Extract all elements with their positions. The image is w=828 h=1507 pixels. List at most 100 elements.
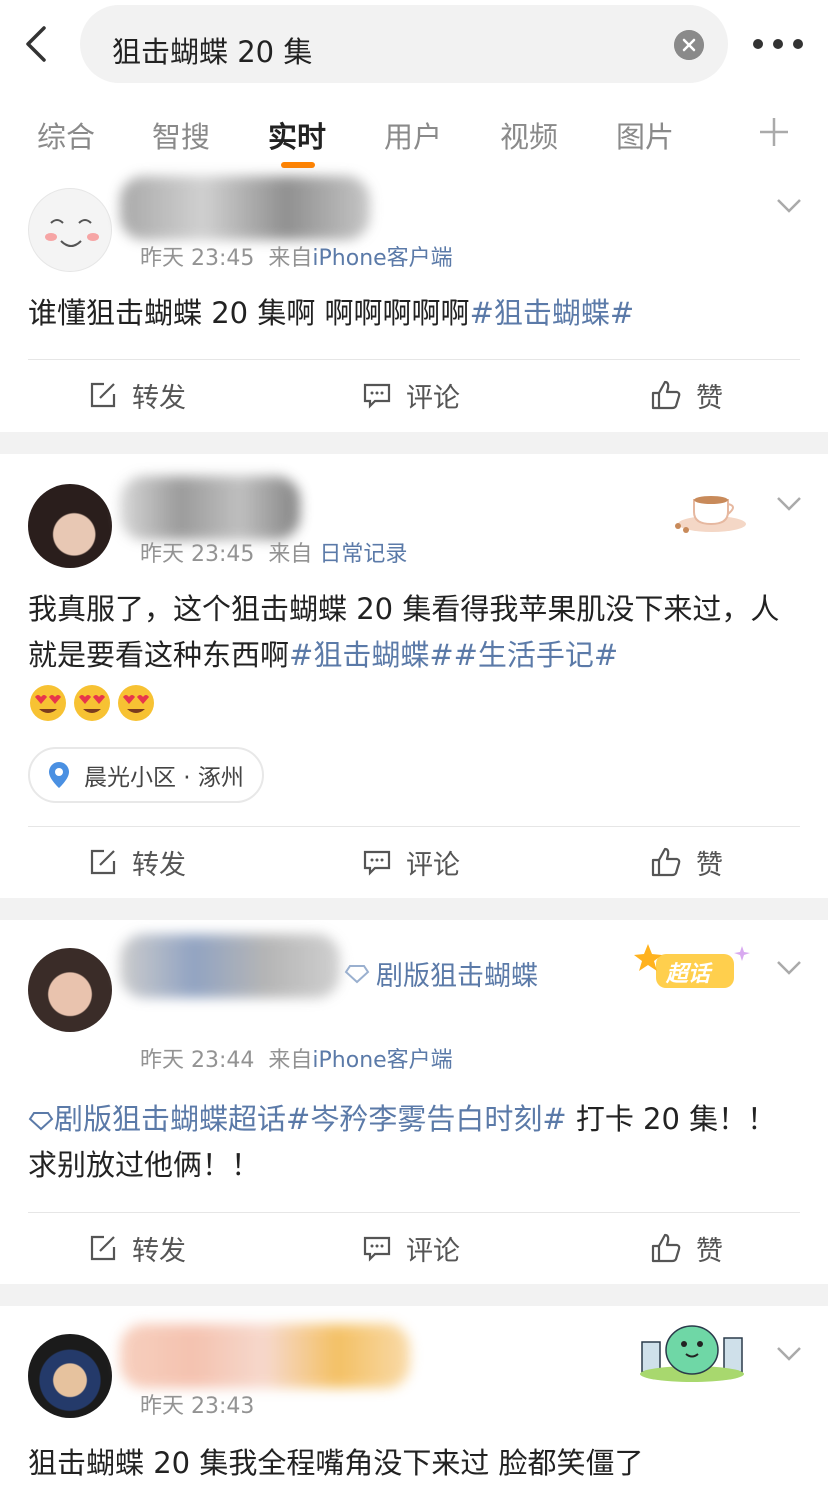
repost-icon (90, 382, 116, 408)
more-options-icon[interactable] (752, 36, 804, 52)
avatar[interactable] (28, 188, 112, 272)
repost-button[interactable]: 转发 (88, 1213, 186, 1283)
post-meta: 昨天 23:44 来自iPhone客户端 (140, 1042, 453, 1074)
active-tab-indicator (281, 162, 315, 168)
filter-tabs: 综合 智搜 实时 用户 视频 图片 (0, 100, 828, 170)
location-tag[interactable]: 晨光小区 · 涿州 (28, 747, 264, 803)
post-time: 昨天 23:45 (140, 246, 255, 271)
source-label: 来自 (268, 246, 313, 271)
like-label: 赞 (696, 1235, 723, 1267)
tab-users[interactable]: 用户 (384, 114, 442, 156)
tab-videos[interactable]: 视频 (500, 114, 558, 156)
search-input[interactable]: 狙击蝴蝶 20 集 (112, 29, 312, 71)
post-body: 狙击蝴蝶 20 集我全程嘴角没下来过 脸都笑僵了 (28, 1446, 644, 1480)
card-separator (0, 432, 828, 454)
repost-button[interactable]: 转发 (88, 827, 186, 897)
diamond-icon (28, 1112, 54, 1131)
supertopic-inline-link[interactable]: 剧版狙击蝴蝶超话 (28, 1102, 286, 1136)
post-source[interactable]: iPhone客户端 (312, 1048, 452, 1073)
like-label: 赞 (696, 849, 723, 881)
hashtag-link[interactable]: #狙击蝴蝶# (470, 296, 635, 330)
comment-icon (363, 383, 391, 409)
post-text: 剧版狙击蝴蝶超话#岑矜李雾告白时刻# 打卡 20 集！！ 求别放过他俩！！ (28, 1096, 808, 1188)
supertopic-link[interactable]: 剧版狙击蝴蝶 (344, 954, 538, 993)
tab-comprehensive[interactable]: 综合 (37, 114, 95, 156)
post-source[interactable]: 日常记录 (319, 542, 407, 567)
supertopic-inline-label: 剧版狙击蝴蝶超话 (54, 1102, 287, 1136)
like-button[interactable]: 赞 (650, 827, 723, 897)
post-card: 昨天 23:45 来自 日常记录 我真服了，这个狙击蝴蝶 20 集看得我苹果肌没… (0, 454, 828, 898)
repost-icon (90, 849, 116, 875)
like-button[interactable]: 赞 (650, 360, 723, 430)
heart-eyes-emoji-icon (30, 685, 66, 721)
username-redacted[interactable] (120, 934, 340, 998)
post-text: 我真服了，这个狙击蝴蝶 20 集看得我苹果肌没下来过，人就是要看这种东西啊#狙击… (28, 586, 808, 724)
thumbs-up-icon (651, 380, 681, 410)
tab-images[interactable]: 图片 (616, 114, 674, 156)
post-body: 谁懂狙击蝴蝶 20 集啊 啊啊啊啊啊 (28, 296, 470, 330)
comment-icon (363, 1236, 391, 1262)
chevron-down-icon[interactable] (776, 1346, 802, 1362)
username-redacted[interactable] (120, 476, 300, 540)
username-redacted[interactable] (120, 176, 370, 240)
repost-icon (90, 1235, 116, 1261)
post-meta: 昨天 23:45 来自 日常记录 (140, 536, 407, 568)
comment-label: 评论 (406, 382, 460, 414)
post-actions: 转发 评论 赞 (0, 1213, 828, 1283)
chevron-down-icon[interactable] (776, 960, 802, 976)
diamond-icon (344, 964, 370, 983)
coffee-cup-badge-icon (675, 496, 746, 533)
smiley-face-icon (45, 219, 99, 247)
chevron-down-icon[interactable] (776, 198, 802, 214)
post-text: 谁懂狙击蝴蝶 20 集啊 啊啊啊啊啊#狙击蝴蝶# (28, 290, 808, 336)
avatar[interactable] (28, 948, 112, 1032)
comment-button[interactable]: 评论 (362, 360, 460, 430)
source-label: 来自 (268, 542, 313, 567)
tab-realtime[interactable]: 实时 (268, 114, 326, 156)
post-text: 狙击蝴蝶 20 集我全程嘴角没下来过 脸都笑僵了 (28, 1440, 808, 1486)
badge-label: 超话 (666, 962, 711, 987)
chevron-down-icon[interactable] (776, 496, 802, 512)
card-separator (0, 898, 828, 920)
post-actions: 转发 评论 赞 (0, 827, 828, 897)
thumbs-up-icon (651, 1233, 681, 1263)
source-label: 来自 (268, 1048, 313, 1073)
tab-smart-search[interactable]: 智搜 (152, 114, 210, 156)
post-time: 昨天 23:43 (140, 1394, 255, 1419)
card-separator (0, 1284, 828, 1306)
repost-button[interactable]: 转发 (88, 360, 186, 430)
avatar[interactable] (28, 1334, 112, 1418)
like-label: 赞 (696, 382, 723, 414)
like-button[interactable]: 赞 (650, 1213, 723, 1283)
comment-button[interactable]: 评论 (362, 1213, 460, 1283)
repost-label: 转发 (132, 382, 186, 414)
top-bar: 狙击蝴蝶 20 集 (0, 0, 828, 90)
post-time: 昨天 23:45 (140, 542, 255, 567)
add-tab-icon[interactable] (758, 116, 790, 148)
username-redacted[interactable] (120, 1324, 410, 1388)
comment-button[interactable]: 评论 (362, 827, 460, 897)
comment-icon (363, 850, 391, 876)
post-card: 昨天 23:43 狙击蝴蝶 20 集我全程嘴角没下来过 脸都笑僵了 (0, 1306, 828, 1507)
hashtag-link[interactable]: #岑矜李雾告白时刻# (286, 1102, 567, 1136)
post-meta: 昨天 23:45 来自iPhone客户端 (140, 240, 453, 272)
post-time: 昨天 23:44 (140, 1048, 255, 1073)
post-actions: 转发 评论 赞 (0, 360, 828, 430)
hashtag-link[interactable]: #生活手记# (454, 638, 619, 672)
post-card: 昨天 23:45 来自iPhone客户端 谁懂狙击蝴蝶 20 集啊 啊啊啊啊啊#… (0, 170, 828, 432)
comment-label: 评论 (406, 1235, 460, 1267)
location-pin-icon (49, 762, 69, 788)
repost-label: 转发 (132, 849, 186, 881)
heart-eyes-emoji-icon (118, 685, 154, 721)
location-label: 晨光小区 · 涿州 (84, 765, 244, 791)
post-card: 剧版狙击蝴蝶 超话 昨天 23:44 来自iPhone客户端 剧版狙击蝴蝶超话#… (0, 920, 828, 1284)
hashtag-link[interactable]: #狙击蝴蝶# (289, 638, 454, 672)
post-source[interactable]: iPhone客户端 (312, 246, 452, 271)
comment-label: 评论 (406, 849, 460, 881)
avatar[interactable] (28, 484, 112, 568)
search-bar[interactable]: 狙击蝴蝶 20 集 (80, 5, 728, 83)
clear-icon[interactable] (674, 30, 704, 60)
back-arrow-icon[interactable] (18, 24, 58, 64)
supertopic-badge: 超话 (634, 942, 754, 998)
thumbs-up-icon (651, 847, 681, 877)
